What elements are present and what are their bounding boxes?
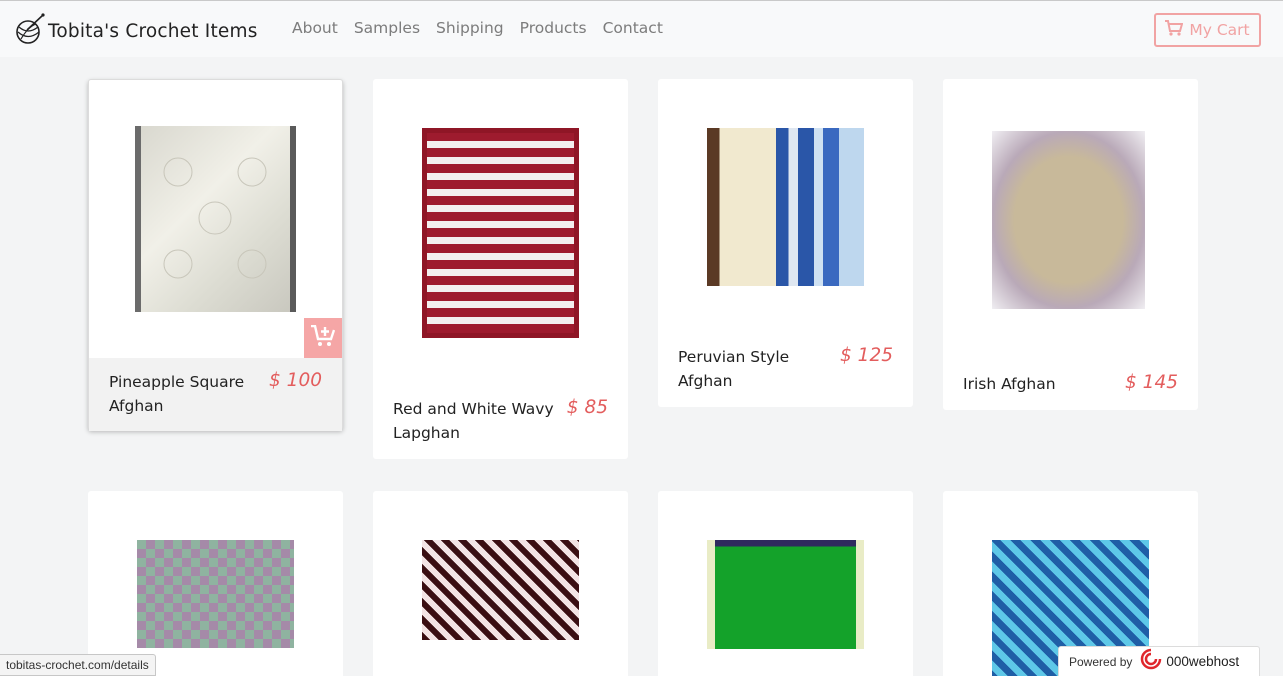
webhost-logo-icon <box>1140 648 1162 675</box>
product-card-irish-afghan[interactable]: Irish Afghan $ 145 <box>943 79 1198 410</box>
product-name[interactable]: Red and White Wavy Lapghan <box>393 397 554 445</box>
yarn-ball-icon <box>15 13 48 50</box>
my-cart-label: My Cart <box>1189 21 1250 39</box>
nav-link-samples[interactable]: Samples <box>354 19 420 37</box>
my-cart-button[interactable]: My Cart <box>1154 13 1261 47</box>
product-name[interactable]: Peruvian Style Afghan <box>678 345 789 393</box>
product-price: $ 125 <box>840 345 893 366</box>
product-price: $ 100 <box>269 370 322 391</box>
product-card-red-white-wavy[interactable]: Red and White Wavy Lapghan $ 85 <box>373 79 628 459</box>
powered-by-badge[interactable]: Powered by 000webhost <box>1058 646 1260 676</box>
nav-links: About Samples Shipping Products Contact <box>292 19 679 37</box>
brand-label: Tobita's Crochet Items <box>48 21 258 42</box>
navbar: Tobita's Crochet Items About Samples Shi… <box>0 0 1283 57</box>
product-price: $ 85 <box>566 397 608 418</box>
product-image-peruvian-style[interactable] <box>707 128 864 286</box>
product-card-green[interactable] <box>658 491 913 676</box>
product-price: $ 145 <box>1125 372 1178 393</box>
powered-by-host: 000webhost <box>1166 654 1240 669</box>
cart-icon <box>1165 20 1189 40</box>
nav-link-contact[interactable]: Contact <box>603 19 663 37</box>
product-name[interactable]: Pineapple Square Afghan <box>109 370 244 418</box>
product-card-granny-square[interactable] <box>88 491 343 676</box>
nav-link-products[interactable]: Products <box>520 19 587 37</box>
product-card-footer: Pineapple Square Afghan $ 100 <box>89 358 342 431</box>
product-name[interactable]: Irish Afghan <box>963 372 1056 396</box>
product-image-pineapple-square[interactable] <box>135 126 296 312</box>
nav-link-about[interactable]: About <box>292 19 338 37</box>
status-bar-url: tobitas-crochet.com/details <box>0 654 156 676</box>
product-image-red-white-wavy[interactable] <box>422 128 579 338</box>
add-to-cart-button[interactable] <box>304 318 342 358</box>
product-image-irish-afghan[interactable] <box>992 131 1145 309</box>
product-image-chevron[interactable] <box>422 540 579 640</box>
cart-plus-icon <box>311 324 336 351</box>
product-image-green[interactable] <box>707 540 864 649</box>
brand[interactable]: Tobita's Crochet Items <box>15 13 258 50</box>
product-card-chevron[interactable] <box>373 491 628 676</box>
nav-link-shipping[interactable]: Shipping <box>436 19 504 37</box>
powered-by-label: Powered by <box>1069 654 1133 669</box>
product-image-granny-square[interactable] <box>137 540 294 648</box>
product-card-pineapple-square[interactable]: Pineapple Square Afghan $ 100 <box>88 79 343 431</box>
product-card-peruvian-style[interactable]: Peruvian Style Afghan $ 125 <box>658 79 913 407</box>
